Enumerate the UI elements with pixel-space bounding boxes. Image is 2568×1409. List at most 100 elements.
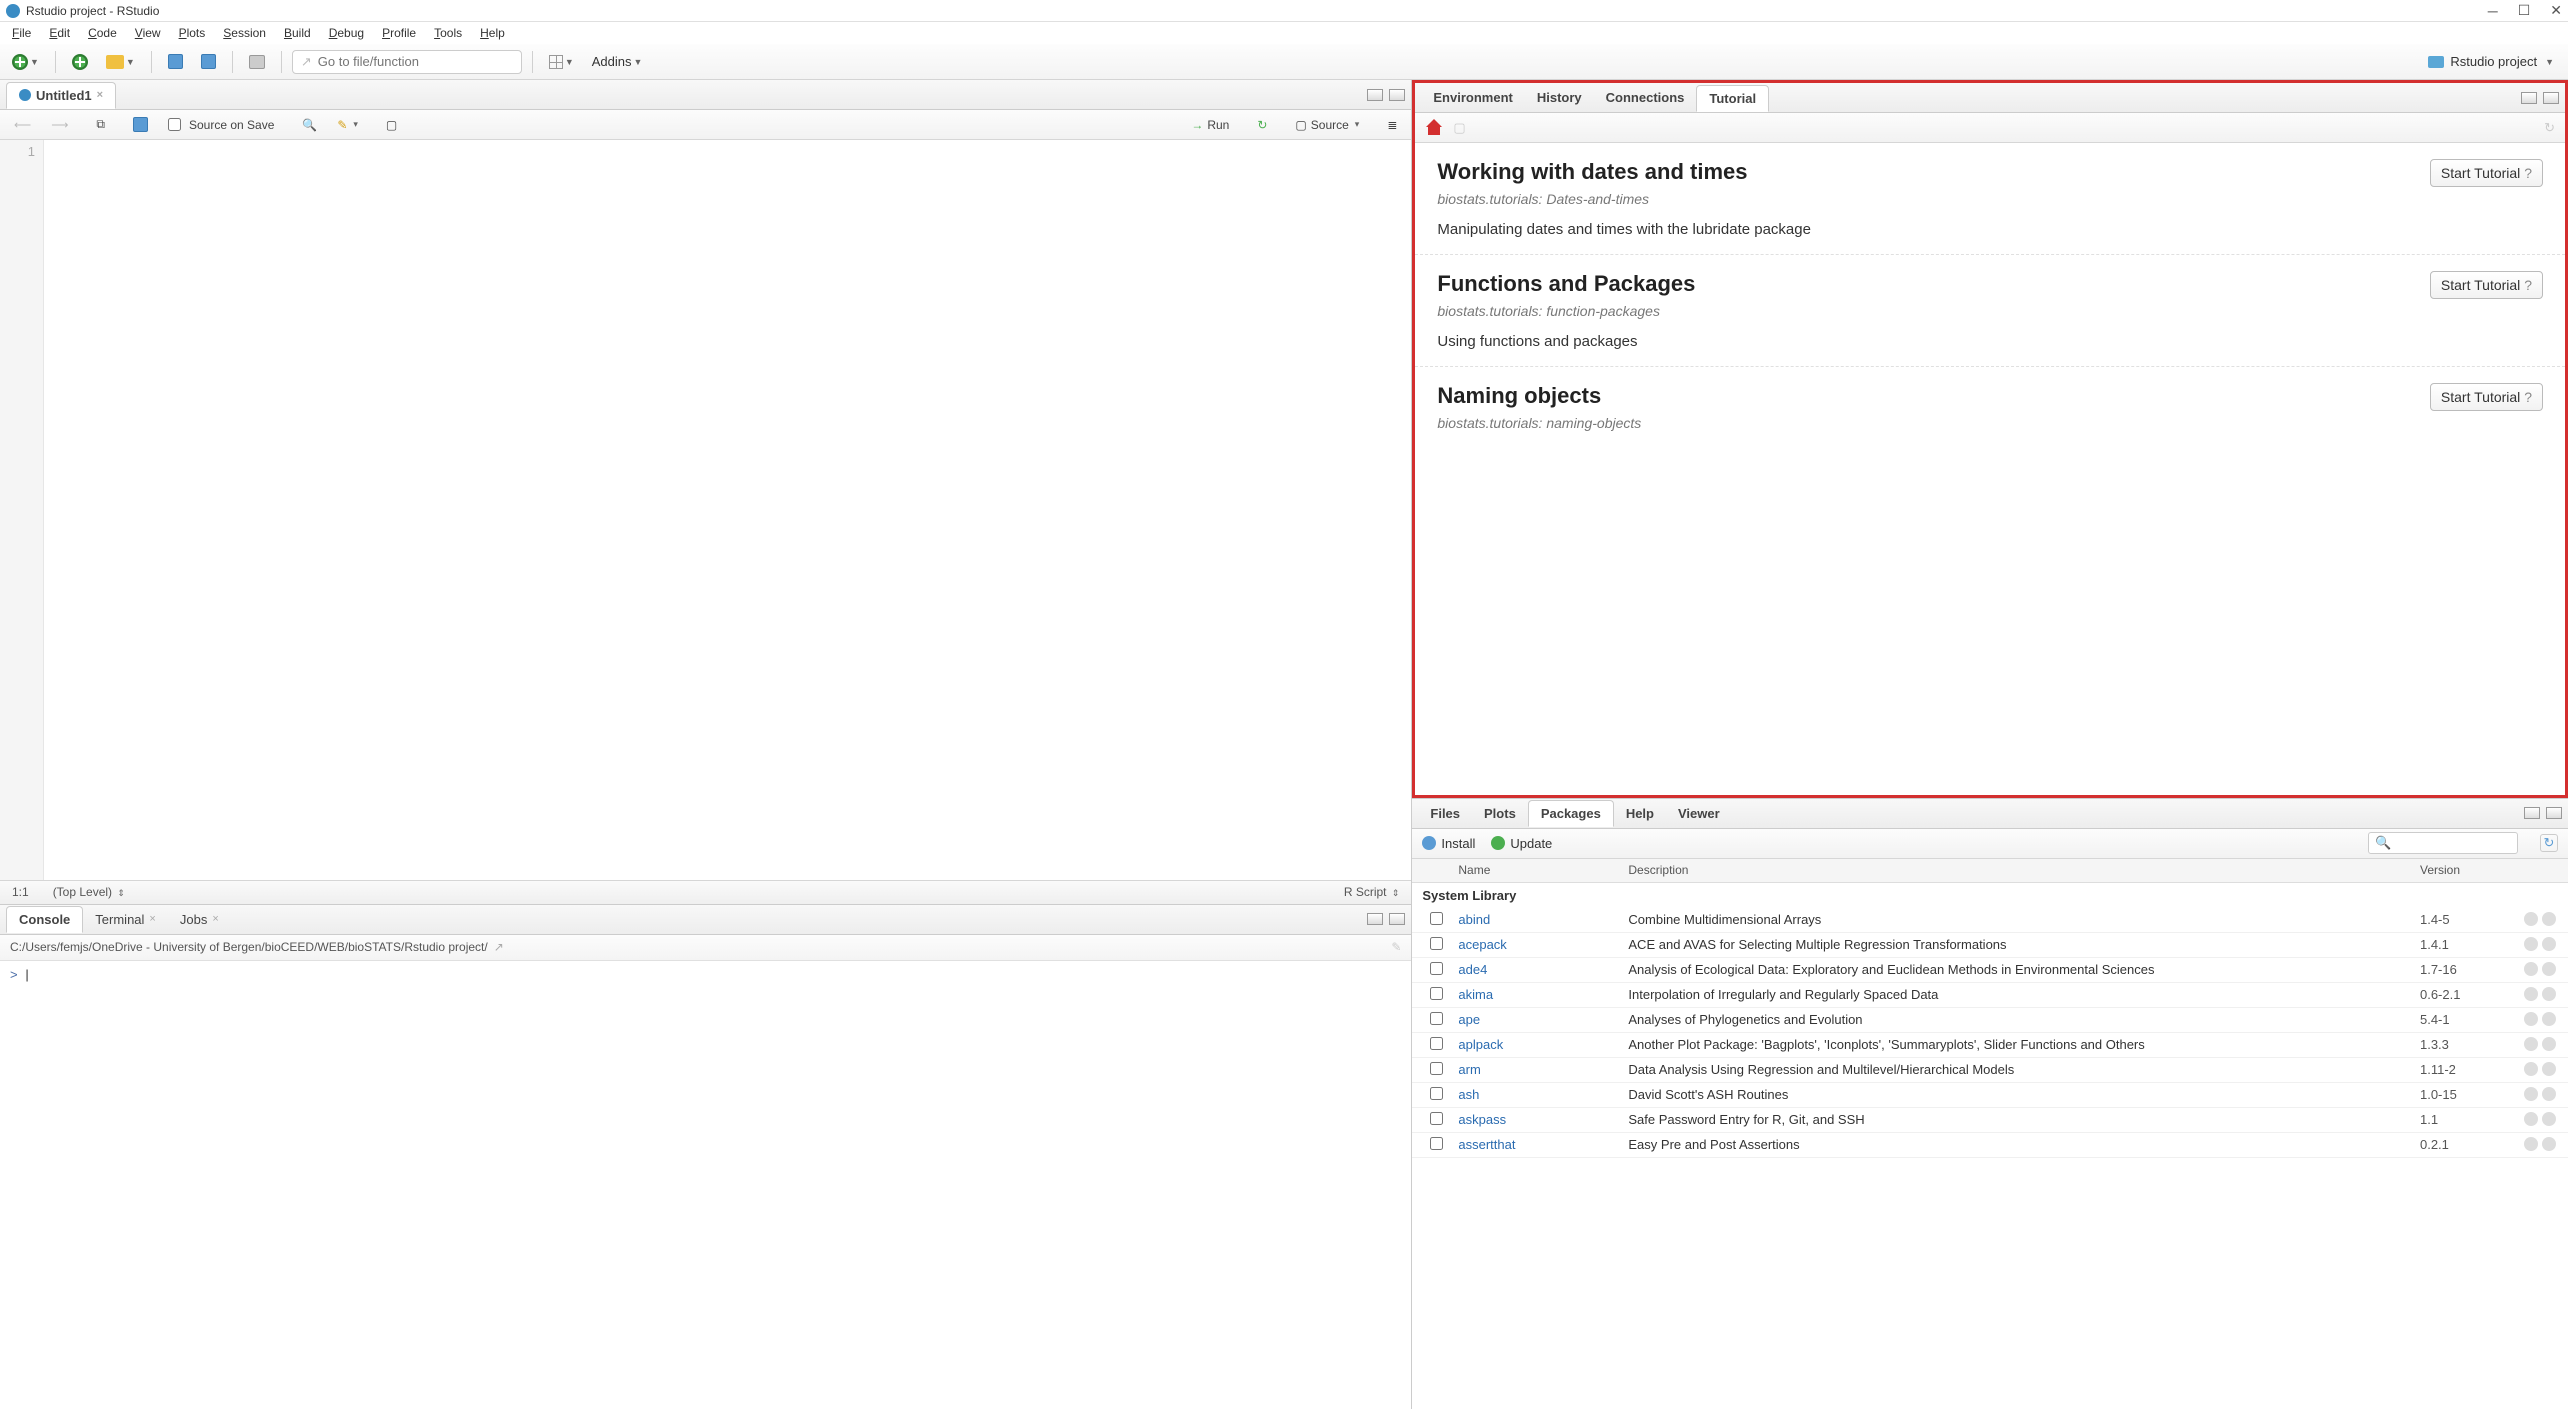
refresh-packages-button[interactable]: ↻	[2540, 834, 2558, 852]
menu-debug[interactable]: Debug	[321, 24, 372, 42]
tab-history[interactable]: History	[1525, 85, 1594, 110]
compile-report-button[interactable]: ▢	[380, 115, 403, 135]
print-button[interactable]	[243, 51, 271, 73]
menu-build[interactable]: Build	[276, 24, 319, 42]
package-name-link[interactable]: akima	[1450, 987, 1620, 1002]
package-load-checkbox[interactable]	[1430, 962, 1443, 975]
package-load-checkbox[interactable]	[1430, 1087, 1443, 1100]
package-name-link[interactable]: assertthat	[1450, 1137, 1620, 1152]
close-tab-icon[interactable]: ×	[97, 89, 103, 101]
package-load-checkbox[interactable]	[1430, 1062, 1443, 1075]
new-file-button[interactable]: ▼	[6, 50, 45, 74]
package-name-link[interactable]: ade4	[1450, 962, 1620, 977]
package-name-link[interactable]: askpass	[1450, 1112, 1620, 1127]
package-remove-icon[interactable]	[2542, 1037, 2556, 1051]
tab-viewer[interactable]: Viewer	[1666, 801, 1732, 826]
close-tab-icon[interactable]: ×	[212, 913, 218, 925]
package-load-checkbox[interactable]	[1430, 987, 1443, 1000]
addins-button[interactable]: Addins ▼	[586, 50, 649, 73]
editor[interactable]: 1	[0, 140, 1411, 880]
package-web-icon[interactable]	[2524, 1087, 2538, 1101]
stop-tutorial-button[interactable]: ▢	[1453, 120, 1465, 136]
code-tools-button[interactable]: ✎▾	[331, 115, 364, 135]
package-name-link[interactable]: ape	[1450, 1012, 1620, 1027]
package-load-checkbox[interactable]	[1430, 1137, 1443, 1150]
save-script-button[interactable]	[127, 114, 154, 135]
run-button[interactable]: →Run	[1185, 115, 1235, 135]
goto-dir-icon[interactable]: ↗	[494, 940, 504, 954]
project-menu[interactable]: Rstudio project ▼	[2420, 50, 2562, 73]
forward-button[interactable]: ⟶	[45, 115, 74, 135]
package-web-icon[interactable]	[2524, 987, 2538, 1001]
find-button[interactable]: 🔍	[296, 115, 323, 135]
panes-button[interactable]: ▼	[543, 51, 580, 73]
tab-packages[interactable]: Packages	[1528, 800, 1614, 827]
menu-help[interactable]: Help	[472, 24, 513, 42]
package-load-checkbox[interactable]	[1430, 912, 1443, 925]
package-remove-icon[interactable]	[2542, 1112, 2556, 1126]
tab-connections[interactable]: Connections	[1594, 85, 1697, 110]
minimize-pane-button[interactable]	[2521, 92, 2537, 104]
install-button[interactable]: Install	[1422, 836, 1475, 851]
package-web-icon[interactable]	[2524, 1062, 2538, 1076]
save-all-button[interactable]	[195, 50, 222, 73]
package-web-icon[interactable]	[2524, 1012, 2538, 1026]
outline-button[interactable]: ≣	[1381, 115, 1403, 135]
back-button[interactable]: ⟵	[8, 115, 37, 135]
start-tutorial-button[interactable]: Start Tutorial ?	[2430, 271, 2543, 299]
maximize-pane-button[interactable]	[1389, 913, 1405, 925]
tutorial-list[interactable]: Start Tutorial ? Working with dates and …	[1415, 143, 2565, 795]
package-remove-icon[interactable]	[2542, 1087, 2556, 1101]
package-search[interactable]: 🔍	[2368, 832, 2518, 854]
package-name-link[interactable]: abind	[1450, 912, 1620, 927]
close-tab-icon[interactable]: ×	[149, 913, 155, 925]
package-web-icon[interactable]	[2524, 912, 2538, 926]
menu-tools[interactable]: Tools	[426, 24, 470, 42]
tab-untitled1[interactable]: Untitled1 ×	[6, 82, 116, 109]
package-load-checkbox[interactable]	[1430, 1112, 1443, 1125]
update-button[interactable]: Update	[1491, 836, 1552, 851]
minimize-pane-button[interactable]	[1367, 913, 1383, 925]
package-name-link[interactable]: aplpack	[1450, 1037, 1620, 1052]
package-web-icon[interactable]	[2524, 1137, 2538, 1151]
tab-tutorial[interactable]: Tutorial	[1696, 85, 1769, 112]
editor-body[interactable]	[44, 140, 1411, 880]
package-name-link[interactable]: acepack	[1450, 937, 1620, 952]
start-tutorial-button[interactable]: Start Tutorial ?	[2430, 383, 2543, 411]
source-on-save-input[interactable]	[168, 118, 181, 131]
package-name-link[interactable]: ash	[1450, 1087, 1620, 1102]
package-web-icon[interactable]	[2524, 962, 2538, 976]
source-script-button[interactable]: ▢Source▾	[1289, 115, 1365, 135]
packages-table-body[interactable]: System Library abindCombine Multidimensi…	[1412, 883, 2568, 1409]
package-load-checkbox[interactable]	[1430, 1037, 1443, 1050]
tab-plots[interactable]: Plots	[1472, 801, 1528, 826]
package-name-link[interactable]: arm	[1450, 1062, 1620, 1077]
package-web-icon[interactable]	[2524, 937, 2538, 951]
menu-view[interactable]: View	[127, 24, 169, 42]
maximize-button[interactable]: ☐	[2518, 2, 2531, 19]
goto-input[interactable]	[318, 54, 513, 69]
package-remove-icon[interactable]	[2542, 1062, 2556, 1076]
tab-environment[interactable]: Environment	[1421, 85, 1524, 110]
save-button[interactable]	[162, 50, 189, 73]
menu-file[interactable]: File	[4, 24, 39, 42]
tab-jobs[interactable]: Jobs ×	[168, 907, 231, 932]
minimize-pane-button[interactable]	[2524, 807, 2540, 819]
maximize-pane-button[interactable]	[2546, 807, 2562, 819]
home-icon[interactable]	[1425, 121, 1443, 135]
tab-console[interactable]: Console	[6, 906, 83, 933]
tab-files[interactable]: Files	[1418, 801, 1472, 826]
rerun-button[interactable]: ↻	[1251, 115, 1273, 135]
new-project-button[interactable]	[66, 50, 94, 74]
package-remove-icon[interactable]	[2542, 987, 2556, 1001]
menu-code[interactable]: Code	[80, 24, 125, 42]
menu-session[interactable]: Session	[215, 24, 274, 42]
package-load-checkbox[interactable]	[1430, 937, 1443, 950]
package-remove-icon[interactable]	[2542, 1012, 2556, 1026]
close-button[interactable]: ✕	[2550, 2, 2562, 19]
package-remove-icon[interactable]	[2542, 1137, 2556, 1151]
package-web-icon[interactable]	[2524, 1112, 2538, 1126]
tab-help[interactable]: Help	[1614, 801, 1666, 826]
minimize-button[interactable]: ─	[2488, 3, 2498, 19]
package-web-icon[interactable]	[2524, 1037, 2538, 1051]
